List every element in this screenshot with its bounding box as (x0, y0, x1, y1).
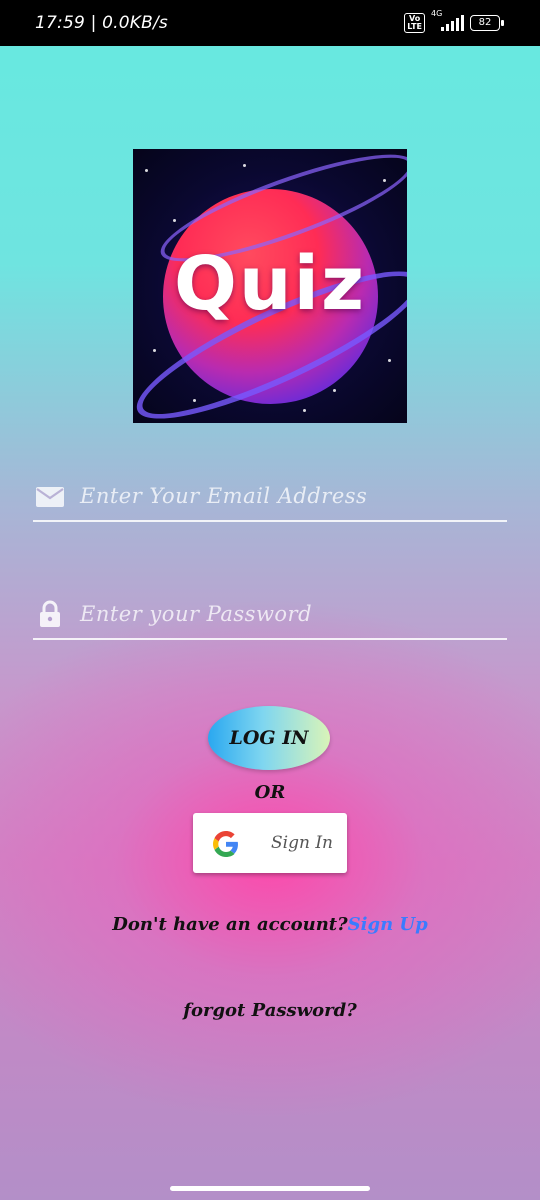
or-divider: OR (254, 782, 286, 803)
status-time: 17:59 | 0.0KB/s (35, 13, 168, 33)
login-screen: 17:59 | 0.0KB/s Vo LTE 4G 82 Quiz Enter … (0, 0, 540, 1200)
email-field[interactable]: Enter Your Email Address (33, 476, 507, 522)
signup-link[interactable]: Sign Up (348, 914, 428, 935)
password-field[interactable]: Enter your Password (33, 594, 507, 640)
password-placeholder: Enter your Password (80, 602, 313, 626)
forgot-password-link[interactable]: forgot Password? (0, 1000, 540, 1021)
signup-prompt-text: Don't have an account? (112, 914, 348, 935)
email-placeholder: Enter Your Email Address (80, 484, 368, 508)
network-type: 4G (431, 9, 443, 18)
signup-prompt: Don't have an account?Sign Up (0, 914, 540, 935)
gesture-nav-bar[interactable] (170, 1186, 370, 1191)
battery-icon: 82 (470, 15, 504, 31)
status-icons: Vo LTE 4G 82 (404, 9, 504, 34)
app-logo: Quiz (133, 149, 407, 423)
google-icon (213, 831, 238, 857)
mail-icon (36, 487, 64, 507)
google-sign-in-button[interactable]: Sign In (193, 813, 347, 873)
google-sign-in-label: Sign In (271, 833, 333, 853)
volte-icon: Vo LTE (404, 13, 425, 33)
logo-text: Quiz (173, 241, 367, 327)
status-bar: 17:59 | 0.0KB/s Vo LTE 4G 82 (0, 0, 540, 46)
signal-icon: 4G (431, 9, 464, 31)
login-button[interactable]: LOG IN (208, 706, 330, 770)
battery-level: 82 (478, 17, 492, 28)
lock-icon (40, 600, 60, 627)
